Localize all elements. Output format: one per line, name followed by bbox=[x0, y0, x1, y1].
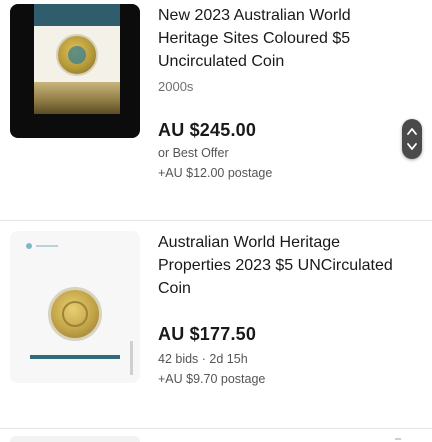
card-footer-graphic bbox=[30, 355, 120, 359]
listing-bids-time: 42 bids · 2d 15h bbox=[158, 352, 248, 366]
listing-postage: +AU $9.70 postage bbox=[158, 372, 266, 386]
card-header-graphic bbox=[26, 239, 120, 253]
listing-price: AU $245.00 bbox=[158, 120, 257, 140]
image-detail bbox=[130, 341, 133, 375]
fast-scroll-handle-icon[interactable] bbox=[402, 119, 422, 159]
listing-card[interactable]: New 2023 Australian World Heritage Sites… bbox=[0, 0, 432, 220]
listing-postage: +AU $12.00 postage bbox=[158, 166, 273, 180]
coin-card-image bbox=[48, 287, 102, 341]
next-listing-image-peek[interactable] bbox=[10, 436, 140, 442]
coin-card-image bbox=[34, 4, 120, 114]
listing-image[interactable] bbox=[10, 4, 140, 138]
listing-divider bbox=[0, 428, 432, 429]
next-listing-peek-detail bbox=[395, 438, 401, 440]
listing-subtitle: 2000s bbox=[158, 79, 194, 94]
listing-title[interactable]: Australian World Heritage Properties 202… bbox=[158, 231, 398, 300]
listing-offer-info: or Best Offer bbox=[158, 146, 229, 160]
listing-price: AU $177.50 bbox=[158, 324, 257, 344]
listing-image[interactable] bbox=[10, 231, 140, 383]
listing-title[interactable]: New 2023 Australian World Heritage Sites… bbox=[158, 4, 398, 73]
listing-card[interactable]: Australian World Heritage Properties 202… bbox=[0, 221, 432, 407]
